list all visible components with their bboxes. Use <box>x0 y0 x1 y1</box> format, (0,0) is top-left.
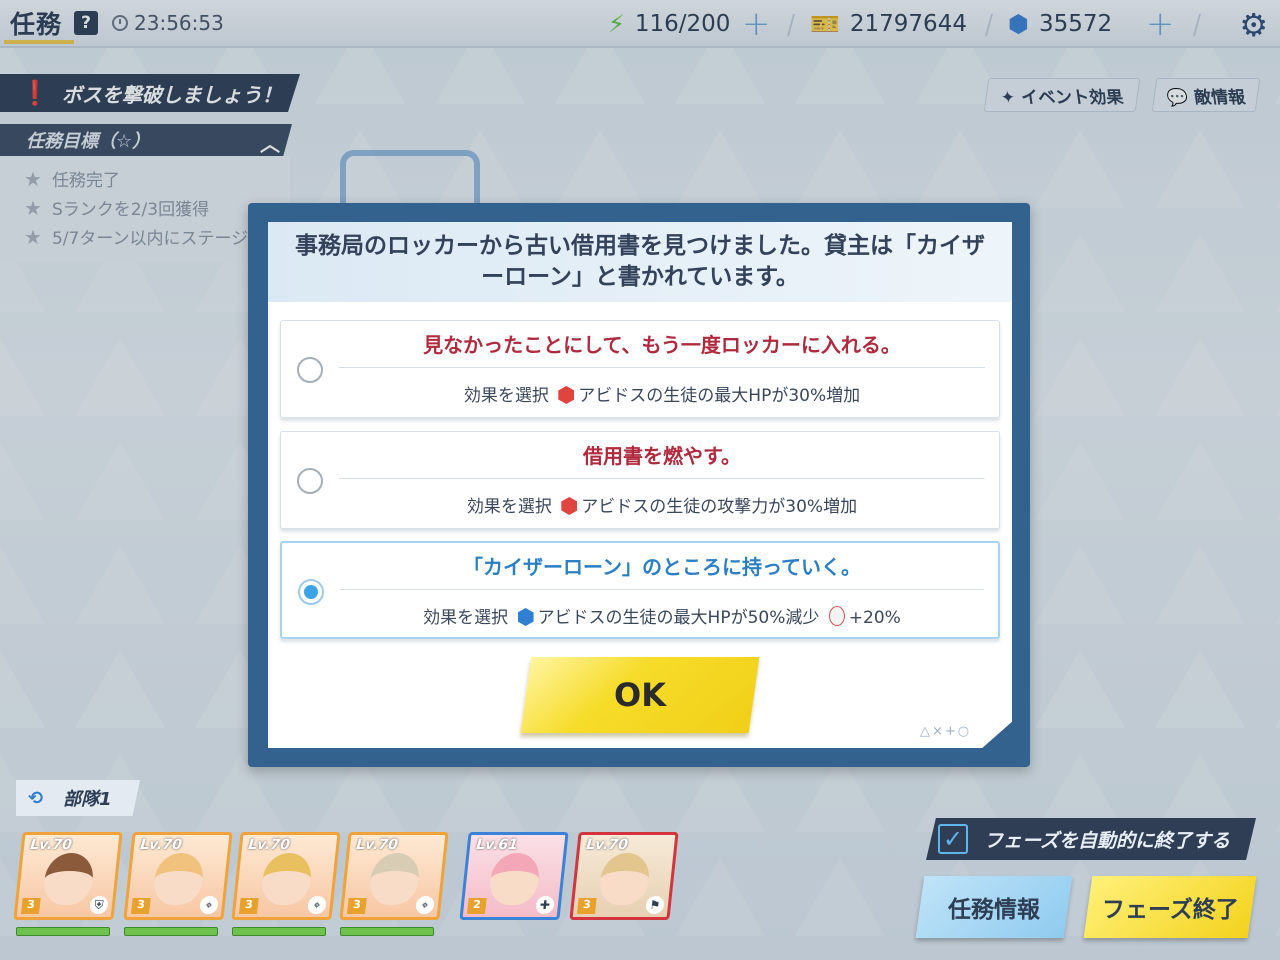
student-card[interactable]: Lv.70 3 ⌖ <box>339 832 449 920</box>
effect-text: アビドスの生徒の最大HPが30%増加 <box>578 386 861 406</box>
choice-option-3[interactable]: 「カイザーローン」のところに持っていく。 効果を選択 アビドスの生徒の最大HPが… <box>280 541 1000 639</box>
hp-down-icon <box>517 608 534 626</box>
student-portrait <box>487 853 542 905</box>
dialog-message: 事務局のロッカーから古い借用書を見つけました。貸主は「カイザーローン」と書かれて… <box>268 222 1012 302</box>
student-portrait <box>151 853 206 905</box>
star-badge: 3 <box>347 898 367 914</box>
squad-label: 部隊1 <box>63 789 112 810</box>
student-card[interactable]: Lv.70 3 ⌖ <box>123 832 233 920</box>
radio-button[interactable] <box>297 468 323 494</box>
level-label: Lv.70 <box>355 837 399 853</box>
student-card[interactable]: Lv.70 3 ⛨ <box>13 832 123 920</box>
crosshair-icon: ⌖ <box>415 896 435 914</box>
divider <box>339 367 985 368</box>
mission-info-button[interactable]: 任務情報 <box>915 876 1073 938</box>
hp-up-icon <box>558 386 575 404</box>
auto-end-toggle[interactable]: ✓ フェーズを自動的に終了する <box>926 818 1256 860</box>
student-card[interactable]: Lv.61 2 ✚ <box>459 832 569 920</box>
effect-bonus: +20% <box>848 608 901 628</box>
checkmark-icon[interactable]: ✓ <box>938 824 968 854</box>
student-card[interactable]: Lv.70 3 ⚑ <box>569 832 679 920</box>
effect-text: アビドスの生徒の最大HPが50%減少 <box>537 608 820 628</box>
student-portrait <box>259 853 314 905</box>
effect-text: アビドスの生徒の攻撃力が30%増加 <box>581 497 858 517</box>
effect-prefix: 効果を選択 <box>463 386 549 406</box>
choice-option-2[interactable]: 借用書を燃やす。 効果を選択 アビドスの生徒の攻撃力が30%増加 <box>280 431 1000 529</box>
level-label: Lv.61 <box>475 837 519 853</box>
hp-bar <box>16 927 110 936</box>
student-portrait <box>597 853 652 905</box>
star-badge: 3 <box>577 898 597 914</box>
crosshair-icon: ⌖ <box>307 896 327 914</box>
choice-option-1[interactable]: 見なかったことにして、もう一度ロッカーに入れる。 効果を選択 アビドスの生徒の最… <box>280 320 1000 418</box>
radio-button-selected[interactable] <box>298 579 324 605</box>
crosshair-icon: ⌖ <box>199 896 219 914</box>
star-badge: 3 <box>239 898 259 914</box>
choice-effect: 効果を選択 アビドスの生徒の最大HPが50%減少 +20% <box>342 603 982 628</box>
ok-button[interactable]: OK <box>520 657 760 733</box>
level-label: Lv.70 <box>139 837 183 853</box>
choice-effect: 効果を選択 アビドスの生徒の攻撃力が30%増加 <box>341 492 983 517</box>
level-label: Lv.70 <box>29 837 73 853</box>
shield-icon: ⛨ <box>89 896 109 914</box>
level-label: Lv.70 <box>585 837 629 853</box>
student-card[interactable]: Lv.70 3 ⌖ <box>231 832 341 920</box>
choice-effect: 効果を選択 アビドスの生徒の最大HPが30%増加 <box>341 381 983 406</box>
phase-end-button[interactable]: フェーズ終了 <box>1083 876 1257 938</box>
star-badge: 3 <box>131 898 151 914</box>
choice-title: 借用書を燃やす。 <box>583 444 741 468</box>
squad-selector[interactable]: ⟲ 部隊1 <box>16 780 140 816</box>
support-icon: ⚑ <box>645 896 665 914</box>
hp-bar <box>340 927 434 936</box>
student-portrait <box>41 853 96 905</box>
hp-bar <box>232 927 326 936</box>
auto-end-label: フェーズを自動的に終了する <box>984 829 1231 852</box>
hp-bar <box>124 927 218 936</box>
swap-icon: ⟲ <box>28 787 44 809</box>
mission-info-label: 任務情報 <box>948 897 1040 923</box>
ok-label: OK <box>614 676 666 714</box>
star-badge: 3 <box>21 898 41 914</box>
choice-title: 見なかったことにして、もう一度ロッカーに入れる。 <box>423 333 901 357</box>
heal-icon: ✚ <box>535 896 555 914</box>
radio-button[interactable] <box>297 357 323 383</box>
star-badge: 2 <box>467 898 487 914</box>
phase-end-label: フェーズ終了 <box>1101 897 1239 923</box>
effect-prefix: 効果を選択 <box>466 497 552 517</box>
choice-title: 「カイザーローン」のところに持っていく。 <box>463 555 861 579</box>
divider <box>340 589 984 590</box>
effect-prefix: 効果を選択 <box>423 608 509 628</box>
attack-up-icon <box>561 497 578 515</box>
deco-symbols: △×+○ <box>920 724 972 739</box>
item-icon <box>828 606 845 626</box>
level-label: Lv.70 <box>247 837 291 853</box>
student-portrait <box>367 853 422 905</box>
divider <box>339 478 985 479</box>
